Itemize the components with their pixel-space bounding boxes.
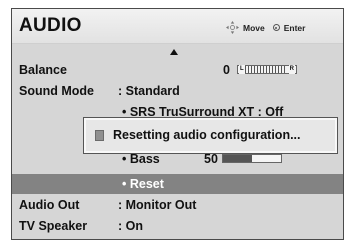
enter-label: Enter [283,22,306,33]
bass-label: • Bass [122,152,160,166]
enter-button-icon [272,24,280,31]
sound-mode-value: : Standard [118,84,180,98]
balance-right-mark: R [288,65,295,74]
bass-slider-fill [223,155,252,162]
bass-slider[interactable] [222,154,282,163]
menu-title: AUDIO [19,15,82,36]
audio-out-value: : Monitor Out [118,198,197,212]
audio-out-label: Audio Out [19,198,80,212]
menu-item-sound-mode[interactable]: Sound Mode : Standard [12,81,343,101]
balance-label: Balance [19,63,67,77]
reset-progress-dialog: Resetting audio configuration... [83,117,338,154]
sound-mode-label: Sound Mode [19,84,94,98]
bass-value: 50 [204,152,218,166]
move-arrows-icon [226,21,239,34]
menu-header: AUDIO Move Enter [12,9,343,44]
tv-speaker-value: : On [118,219,143,233]
info-icon [95,130,104,141]
scroll-up-arrow-icon[interactable] [170,49,178,55]
menu-item-reset[interactable]: • Reset [12,174,343,194]
navigation-hint: Move Enter [226,21,305,34]
balance-value: 0 [223,63,230,77]
menu-item-audio-out[interactable]: Audio Out : Monitor Out [12,195,343,215]
balance-slider[interactable]: L R [237,65,297,74]
menu-item-tv-speaker[interactable]: TV Speaker : On [12,216,343,236]
reset-label: • Reset [122,177,164,191]
reset-message: Resetting audio configuration... [113,128,301,142]
move-label: Move [243,22,265,33]
menu-item-balance[interactable]: Balance 0 L R [12,60,343,80]
tv-speaker-label: TV Speaker [19,219,88,233]
balance-left-mark: L [239,65,245,74]
